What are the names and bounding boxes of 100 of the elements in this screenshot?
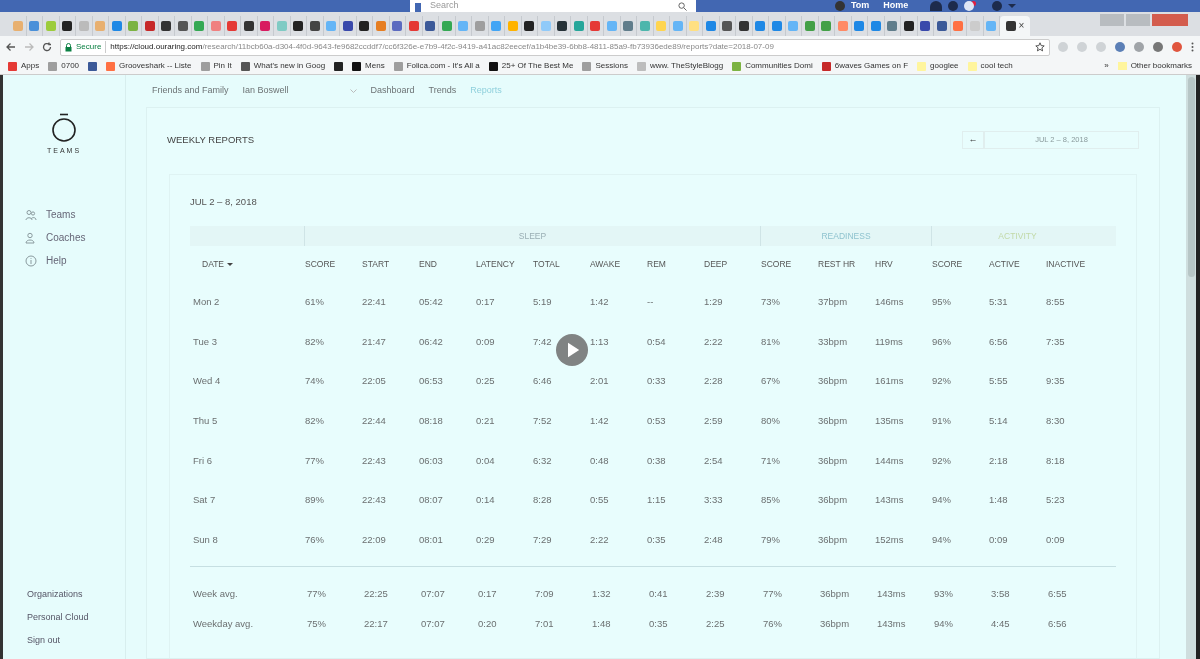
column-header[interactable]: AWAKE (590, 257, 647, 271)
table-cell-text: 0:55 (590, 493, 610, 508)
bookmark-icon[interactable] (334, 61, 344, 71)
table-cell-text: 92% (932, 374, 952, 389)
table-cell-text: 05:42 (419, 294, 444, 309)
more-bookmarks-button[interactable]: » (1104, 60, 1109, 72)
column-header[interactable]: SCORE (305, 257, 362, 271)
column-header[interactable]: DATE (190, 257, 305, 271)
back-icon[interactable] (6, 42, 16, 52)
table-cell-text: 0:38 (647, 453, 667, 468)
table-cell-text: 93% (934, 586, 954, 601)
column-header[interactable]: SCORE (761, 257, 818, 271)
bookmark-item[interactable]: Sessions (582, 60, 628, 72)
table-cell-text: 94% (934, 616, 954, 631)
sidebar-item[interactable]: Help (25, 252, 125, 269)
sidebar-item[interactable]: Coaches (25, 229, 125, 246)
table-cell-text: 2:22 (704, 334, 724, 349)
bookmark-item[interactable]: 0700 (48, 60, 80, 72)
table-cell-text: 85% (761, 493, 781, 508)
table-cell-text: 79% (761, 533, 781, 548)
close-icon[interactable]: × (1018, 21, 1025, 31)
bookmark-item[interactable]: 6waves Games on F (821, 60, 909, 72)
table-cell-text: 81% (761, 334, 781, 349)
table-cell-text: 0:25 (476, 374, 496, 389)
group-header: SLEEP (305, 226, 761, 247)
menu-icon[interactable] (1191, 42, 1194, 52)
bookmark-item[interactable]: cool tech (967, 60, 1013, 72)
column-header[interactable]: INACTIVE (1046, 257, 1103, 271)
nav-link[interactable]: Ian Boswell (242, 84, 357, 98)
nav-link[interactable]: Friends and Family (152, 84, 229, 98)
globe-icon[interactable] (964, 1, 975, 11)
scrollbar-thumb[interactable] (1187, 77, 1195, 277)
browser-tab[interactable]: × (1000, 16, 1030, 36)
table-cell-text: 161ms (875, 374, 905, 389)
table-cell-text: 1:32 (592, 586, 612, 601)
home-link[interactable]: Home (883, 0, 909, 13)
back-button[interactable]: ← (962, 131, 984, 149)
column-header[interactable]: REST HR (818, 257, 875, 271)
column-header[interactable]: ACTIVE (989, 257, 1046, 271)
column-header[interactable]: REM (647, 257, 704, 271)
table-cell-text: 2:48 (704, 533, 724, 548)
footer-link[interactable]: Organizations (27, 588, 125, 603)
messenger-icon[interactable] (948, 1, 959, 11)
reload-icon[interactable] (42, 42, 52, 52)
column-header[interactable]: END (419, 257, 476, 271)
table-cell-text: 82% (305, 334, 325, 349)
table-cell-text: Thu 5 (192, 414, 219, 429)
table-cell-text: 36bpm (818, 453, 849, 468)
bookmark-item[interactable]: www. TheStyleBlogg (636, 60, 724, 72)
bookmark-icon[interactable] (88, 61, 98, 71)
table-cell-text: 36bpm (820, 616, 851, 631)
table-cell-text: 82% (305, 414, 325, 429)
friends-icon[interactable] (930, 1, 943, 11)
table-cell-text: 07:07 (421, 616, 446, 631)
user-link[interactable]: Tom (851, 0, 870, 13)
address-field[interactable]: Secure https://cloud.ouraring.com/research/11bcb60a-d304-4f0d-9643-fe9682ccddf7/cc6f326e-e7b9-4f2c-9419-a41ac82eecef/a1b4be39-6bb8-4811-85a9-fb73936ede89/reports?date=2018-07-09 (60, 38, 1050, 56)
table-cell-text: 7:35 (1046, 334, 1066, 349)
bookmark-item[interactable]: 25+ Of The Best Me (488, 60, 574, 72)
table-cell-text: 74% (305, 374, 325, 389)
column-header[interactable]: START (362, 257, 419, 271)
bookmark-item[interactable]: Apps (8, 60, 40, 72)
table-cell-text: 36bpm (818, 533, 849, 548)
table-cell-text: 6:46 (533, 374, 553, 389)
bookmark-item[interactable]: Grooveshark -- Liste (106, 60, 192, 72)
footer-link[interactable]: Sign out (27, 634, 125, 649)
nav-link[interactable]: Dashboard (370, 84, 415, 98)
chevron-icon (349, 89, 357, 93)
table-cell-text: 06:42 (419, 334, 444, 349)
column-header[interactable]: TOTAL (533, 257, 590, 271)
week-label: JUL 2 – 8, 2018 (190, 195, 258, 209)
table-cell-text: 73% (761, 294, 781, 309)
table-cell-text: 2:39 (706, 586, 726, 601)
column-header[interactable]: SCORE (932, 257, 989, 271)
caret-icon[interactable] (1008, 4, 1017, 8)
sidebar-item[interactable]: Teams (25, 206, 125, 223)
play-button-icon[interactable] (556, 334, 588, 366)
bookmark-item[interactable]: Pin It (200, 60, 232, 72)
search-field[interactable]: Search (426, 0, 696, 12)
column-header[interactable]: LATENCY (476, 257, 533, 271)
forward-icon[interactable] (24, 42, 34, 52)
table-cell-text: 7:29 (533, 533, 553, 548)
bookmark-item[interactable]: What's new in Goog (240, 60, 326, 72)
help-icon[interactable] (992, 1, 1003, 11)
footer-link[interactable]: Personal Cloud (27, 611, 125, 626)
table-cell-text: 08:07 (419, 493, 444, 508)
bookmark-item[interactable]: Mens (352, 60, 385, 72)
nav-link[interactable]: Trends (428, 84, 457, 98)
table-cell-text: 7:09 (535, 586, 555, 601)
column-header[interactable]: DEEP (704, 257, 761, 271)
table-cell-text: 95% (932, 294, 952, 309)
table-cell-text: 08:18 (419, 414, 444, 429)
column-header[interactable]: HRV (875, 257, 932, 271)
star-icon[interactable] (1035, 42, 1045, 52)
other-bookmarks-item[interactable]: Other bookmarks (1117, 60, 1192, 72)
bookmark-item[interactable]: Communities Domi (732, 60, 813, 72)
folder-icon (1117, 62, 1127, 70)
table-cell-text: 7:52 (533, 414, 553, 429)
table-cell-text: 5:19 (533, 294, 553, 309)
bookmark-item[interactable]: googlee (917, 60, 959, 72)
bookmark-item[interactable]: Folica.com - It's All a (393, 60, 480, 72)
